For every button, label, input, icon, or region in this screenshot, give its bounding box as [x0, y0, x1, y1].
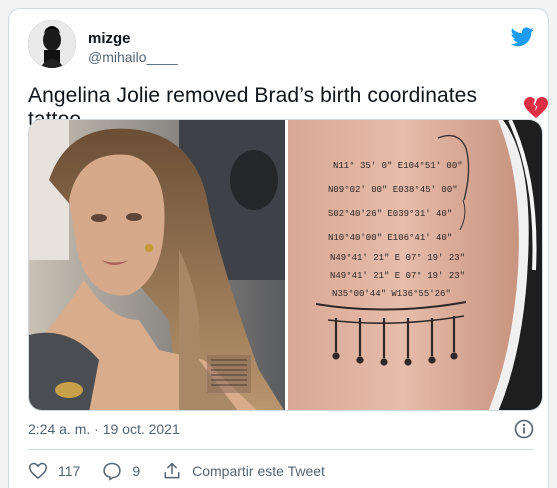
photo-tattoo[interactable]: N11° 35' 0" E104°51' 00" N09°02' 00" E03… — [288, 120, 542, 410]
avatar[interactable] — [28, 20, 76, 68]
tweet-card: mizge @mihailo____ Angelina Jolie remove… — [8, 8, 549, 488]
author-handle[interactable]: @mihailo____ — [88, 49, 178, 65]
media-grid: N11° 35' 0" E104°51' 00" N09°02' 00" E03… — [28, 119, 543, 411]
tattoo-line: S02°40'26" E039°31' 40" — [328, 209, 452, 219]
tattoo-line: N35°00'44" W136°55'26" — [332, 289, 451, 299]
photo-angelina[interactable] — [29, 120, 285, 410]
heart-icon — [28, 462, 48, 480]
action-bar: 117 9 Compartir este Tweet — [28, 461, 325, 481]
twitter-bird-icon[interactable] — [510, 25, 534, 49]
info-icon[interactable] — [514, 419, 534, 439]
like-button[interactable]: 117 — [28, 461, 80, 481]
tweet-timestamp[interactable]: 2:24 a. m. · 19 oct. 2021 — [28, 421, 180, 437]
broken-heart-icon — [524, 97, 548, 119]
tattoo-line: N11° 35' 0" E104°51' 00" — [333, 161, 463, 171]
tattoo-line: N10°40'00" E106°41' 40" — [328, 233, 452, 243]
reply-icon — [103, 462, 121, 481]
share-label: Compartir este Tweet — [192, 463, 325, 479]
tattoo-line: N49°41' 21" E 07° 19' 23" — [330, 253, 465, 263]
divider — [28, 449, 534, 450]
share-button[interactable]: Compartir este Tweet — [162, 461, 325, 481]
reply-count: 9 — [132, 463, 141, 479]
tattoo-line: N49°41' 21" E 07° 19' 23" — [330, 271, 465, 281]
share-icon — [164, 462, 180, 479]
tattoo-line: N09°02' 00" E038°45' 00" — [328, 185, 458, 195]
author-name[interactable]: mizge — [88, 30, 131, 47]
like-count: 117 — [58, 463, 81, 479]
reply-button[interactable]: 9 — [102, 461, 140, 481]
